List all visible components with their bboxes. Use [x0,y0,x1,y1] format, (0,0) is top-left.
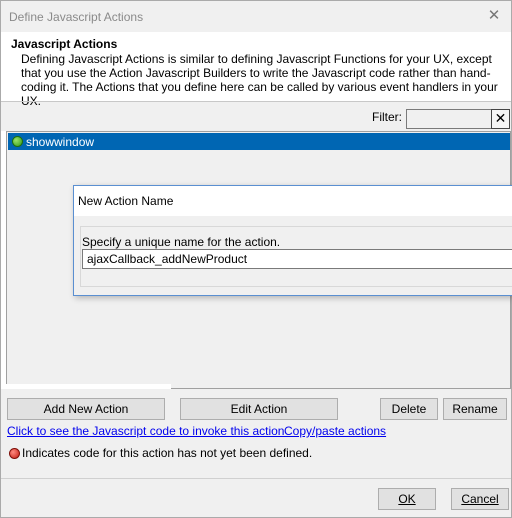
delete-button[interactable]: Delete [380,398,438,420]
red-dot-icon [9,448,20,459]
legend-text: Indicates code for this action has not y… [22,446,313,460]
header-panel: Javascript Actions Defining Javascript A… [1,32,511,108]
window-titlebar: Define Javascript Actions ✕ [1,1,511,32]
header-description: Defining Javascript Actions is similar t… [21,52,498,108]
new-action-name-dialog: New Action Name Specify a unique name fo… [73,185,512,296]
action-name-input[interactable] [82,249,512,269]
add-new-action-button[interactable]: Add New Action [7,398,165,420]
clear-filter-icon[interactable]: ✕ [491,109,510,129]
header-divider [1,101,511,102]
filter-input[interactable] [406,109,492,129]
list-item-label: showwindow [26,135,95,149]
green-dot-icon [12,136,23,147]
ok-button[interactable]: OK [378,488,436,510]
list-item-showwindow[interactable]: showwindow [8,133,510,150]
ok-button-label: OK [398,492,416,506]
copy-paste-actions-link[interactable]: Copy/paste actions [284,424,386,438]
dialog-prompt: Specify a unique name for the action. [82,235,281,249]
close-icon[interactable]: ✕ [485,7,503,25]
header-title: Javascript Actions [11,37,118,51]
focus-highlight-bottom [1,384,171,389]
rename-button[interactable]: Rename [443,398,507,420]
define-js-actions-window: Define Javascript Actions ✕ Javascript A… [0,0,512,518]
footer-divider [1,478,511,479]
edit-action-button[interactable]: Edit Action [180,398,338,420]
filter-label: Filter: [372,110,402,124]
window-title: Define Javascript Actions [9,10,144,24]
dialog-title: New Action Name [78,194,174,208]
cancel-button-label: Cancel [461,492,499,506]
invoke-code-link[interactable]: Click to see the Javascript code to invo… [7,424,284,438]
cancel-button[interactable]: Cancel [451,488,509,510]
dialog-titlebar: New Action Name [74,186,512,216]
